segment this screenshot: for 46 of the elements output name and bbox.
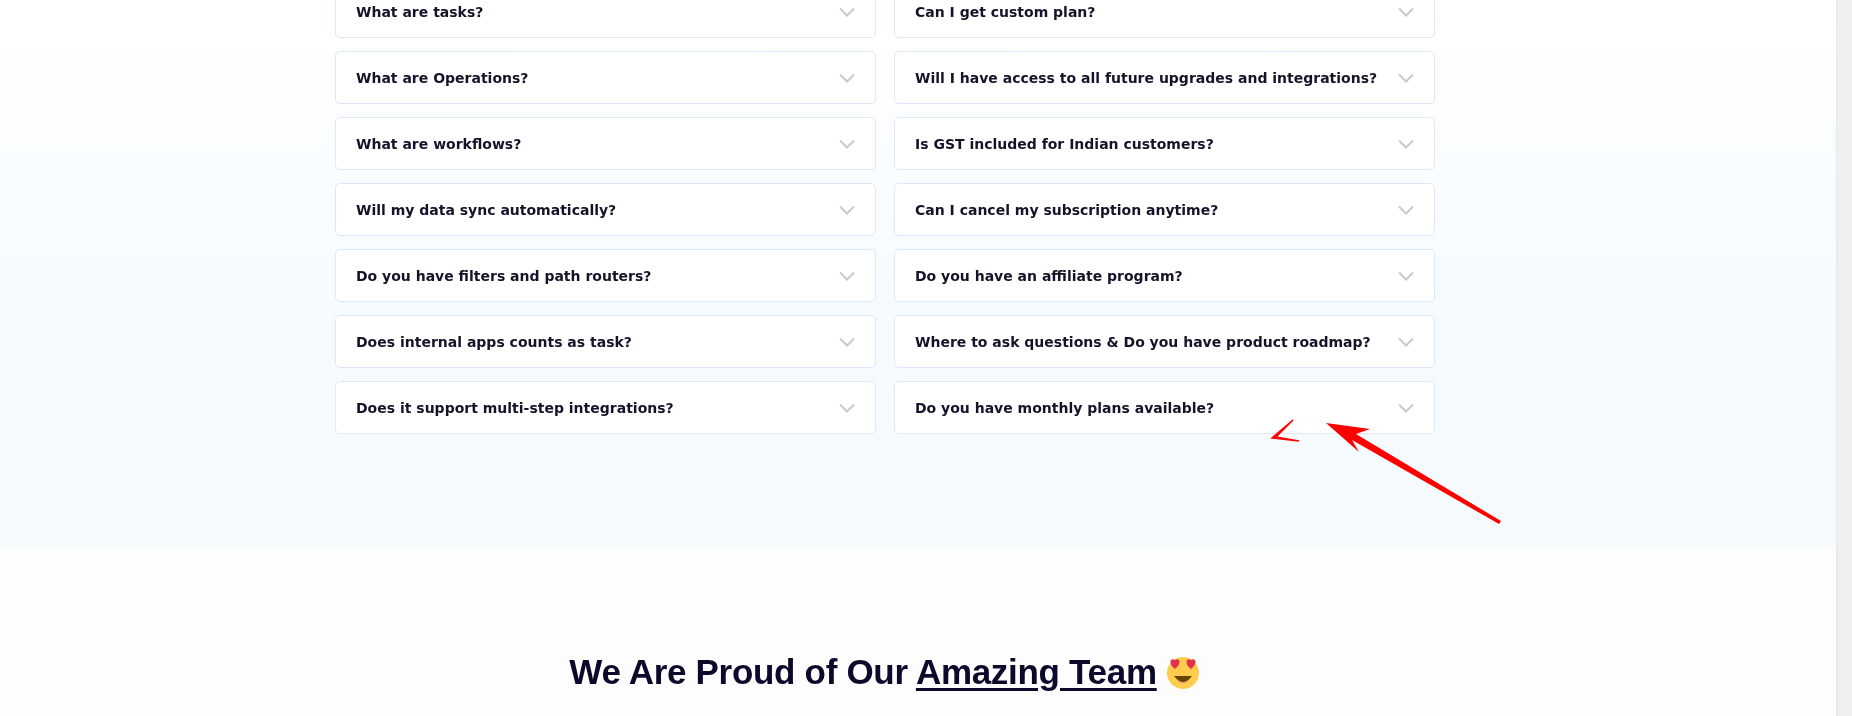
faq-question: Can I get custom plan? bbox=[915, 3, 1096, 20]
faq-question: What are workflows? bbox=[356, 135, 522, 152]
chevron-down-icon bbox=[839, 402, 855, 413]
faq-question: What are tasks? bbox=[356, 3, 484, 20]
faq-question: What are Operations? bbox=[356, 69, 529, 86]
faq-item[interactable]: Do you have an affiliate program? bbox=[894, 249, 1435, 302]
faq-item[interactable]: Will I have access to all future upgrades and integrations? bbox=[894, 51, 1435, 104]
faq-item[interactable]: Can I get custom plan? bbox=[894, 0, 1435, 38]
faq-question: Does it support multi-step integrations? bbox=[356, 399, 674, 416]
faq-item[interactable]: What are workflows? bbox=[335, 117, 876, 170]
chevron-down-icon bbox=[1398, 270, 1414, 281]
faq-question: Will my data sync automatically? bbox=[356, 201, 617, 218]
faq-question: Where to ask questions & Do you have product roadmap? bbox=[915, 333, 1371, 350]
chevron-down-icon bbox=[1398, 138, 1414, 149]
chevron-down-icon bbox=[839, 138, 855, 149]
chevron-down-icon bbox=[1398, 402, 1414, 413]
faq-question: Will I have access to all future upgrades and integrations? bbox=[915, 69, 1378, 86]
faq-item[interactable]: Is GST included for Indian customers? bbox=[894, 117, 1435, 170]
chevron-down-icon bbox=[839, 72, 855, 83]
faq-item[interactable]: Can I cancel my subscription anytime? bbox=[894, 183, 1435, 236]
chevron-down-icon bbox=[1398, 72, 1414, 83]
faq-question: Do you have monthly plans available? bbox=[915, 399, 1215, 416]
faq-item[interactable]: What are Operations? bbox=[335, 51, 876, 104]
faq-item[interactable]: Does internal apps counts as task? bbox=[335, 315, 876, 368]
faq-question: Do you have filters and path routers? bbox=[356, 267, 652, 284]
heart-eyes-face-icon bbox=[1164, 654, 1201, 690]
faq-item[interactable]: Does it support multi-step integrations? bbox=[335, 381, 876, 434]
chevron-down-icon bbox=[839, 204, 855, 215]
scrollbar[interactable] bbox=[1836, 0, 1852, 716]
faq-item[interactable]: Do you have filters and path routers? bbox=[335, 249, 876, 302]
faq-item[interactable]: Will my data sync automatically? bbox=[335, 183, 876, 236]
faq-question: Can I cancel my subscription anytime? bbox=[915, 201, 1219, 218]
chevron-down-icon bbox=[1398, 336, 1414, 347]
faq-item[interactable]: What are tasks? bbox=[335, 0, 876, 38]
chevron-down-icon bbox=[839, 6, 855, 17]
chevron-down-icon bbox=[1398, 204, 1414, 215]
faq-question: Does internal apps counts as task? bbox=[356, 333, 632, 350]
chevron-down-icon bbox=[839, 270, 855, 281]
faq-item[interactable]: Where to ask questions & Do you have product roadmap? bbox=[894, 315, 1435, 368]
section-heading: We Are Proud of Our Amazing Team bbox=[569, 652, 1157, 692]
chevron-down-icon bbox=[839, 336, 855, 347]
faq-item[interactable]: Do you have monthly plans available? bbox=[894, 381, 1435, 434]
faq-question: Do you have an affiliate program? bbox=[915, 267, 1183, 284]
faq-question: Is GST included for Indian customers? bbox=[915, 135, 1214, 152]
chevron-down-icon bbox=[1398, 6, 1414, 17]
annotation-mark bbox=[1270, 419, 1300, 442]
